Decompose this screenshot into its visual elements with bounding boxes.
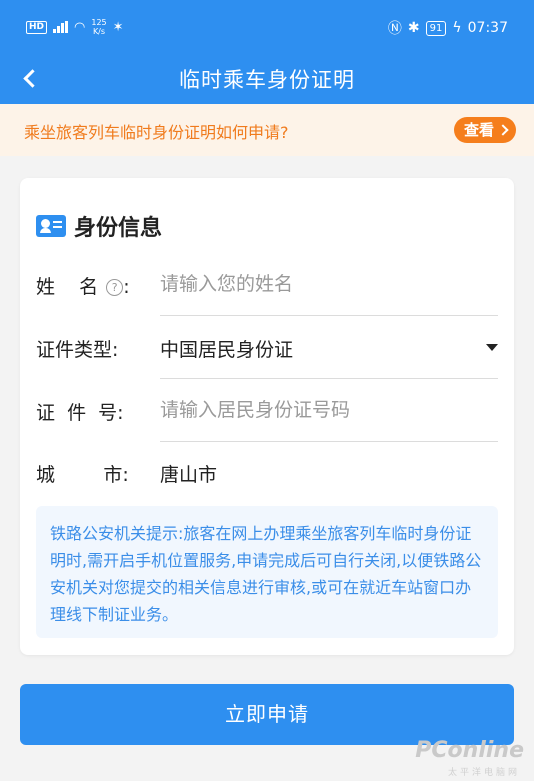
name-label-text: 姓 名 [36, 276, 99, 298]
card-header: 身份信息 [36, 210, 162, 242]
name-label: 姓 名 ?: [36, 276, 130, 298]
id-number-field-wrap [160, 380, 498, 442]
signal-icon [53, 21, 69, 33]
status-left: HD ◠ 125 K/s ✶ [26, 18, 124, 36]
clock: 07:37 [467, 20, 508, 36]
id-type-label: 证件类型: [36, 339, 119, 361]
charging-icon: ϟ [452, 20, 462, 36]
id-type-value: 中国居民身份证 [160, 339, 294, 361]
network-speed-unit: K/s [92, 27, 106, 36]
name-field-wrap [160, 254, 498, 316]
name-input[interactable] [160, 269, 498, 299]
city-label: 城 市: [36, 464, 129, 486]
page-title: 临时乘车身份证明 [179, 68, 355, 92]
battery-icon: 91 [425, 20, 447, 36]
watermark-logo: PConline [415, 738, 524, 763]
card-title: 身份信息 [74, 216, 163, 241]
bluetooth-icon: ✱ [407, 20, 420, 36]
top-bar: HD ◠ 125 K/s ✶ Ⓝ ✱ 91 ϟ 07:37 临时乘车身份证明 [0, 0, 534, 104]
app-notification-icon: ✶ [112, 19, 124, 35]
dropdown-caret-icon [486, 344, 498, 351]
id-number-input[interactable] [160, 395, 498, 425]
submit-button[interactable]: 立即申请 [20, 684, 514, 745]
notice-banner: 乘坐旅客列车临时身份证明如何申请? 查看 [0, 104, 534, 156]
police-tip: 铁路公安机关提示:旅客在网上办理乘坐旅客列车临时身份证明时,需开启手机位置服务,… [36, 506, 498, 638]
status-bar: HD ◠ 125 K/s ✶ Ⓝ ✱ 91 ϟ 07:37 [0, 0, 534, 54]
nfc-icon: Ⓝ [387, 21, 402, 37]
watermark-sub: 太平洋电脑网 [447, 768, 520, 778]
chevron-right-icon [497, 124, 509, 136]
network-speed: 125 K/s [91, 18, 106, 36]
name-row: 姓 名 ?: [20, 254, 514, 316]
wifi-icon: ◠ [74, 19, 86, 35]
id-type-select[interactable]: 中国居民身份证 [160, 317, 498, 379]
id-type-row[interactable]: 证件类型: 中国居民身份证 [20, 317, 514, 379]
help-icon[interactable]: ? [106, 279, 124, 296]
nav-bar: 临时乘车身份证明 [0, 54, 534, 104]
view-button[interactable]: 查看 [453, 117, 516, 143]
identity-card: 身份信息 姓 名 ?: 证件类型: 中国居民身份证 证 件 号: 城 市: 唐山… [20, 178, 514, 655]
id-number-row: 证 件 号: [20, 380, 514, 442]
network-speed-value: 125 [91, 18, 107, 27]
city-select[interactable]: 唐山市 [160, 442, 498, 504]
status-right: Ⓝ ✱ 91 ϟ 07:37 [388, 18, 508, 38]
id-card-icon [36, 215, 66, 237]
id-number-label: 证 件 号: [36, 402, 124, 424]
notice-text: 乘坐旅客列车临时身份证明如何申请? [24, 123, 289, 142]
city-value: 唐山市 [160, 464, 218, 486]
city-row[interactable]: 城 市: 唐山市 [20, 442, 514, 504]
hd-badge: HD [26, 20, 48, 34]
view-button-label: 查看 [463, 121, 494, 139]
